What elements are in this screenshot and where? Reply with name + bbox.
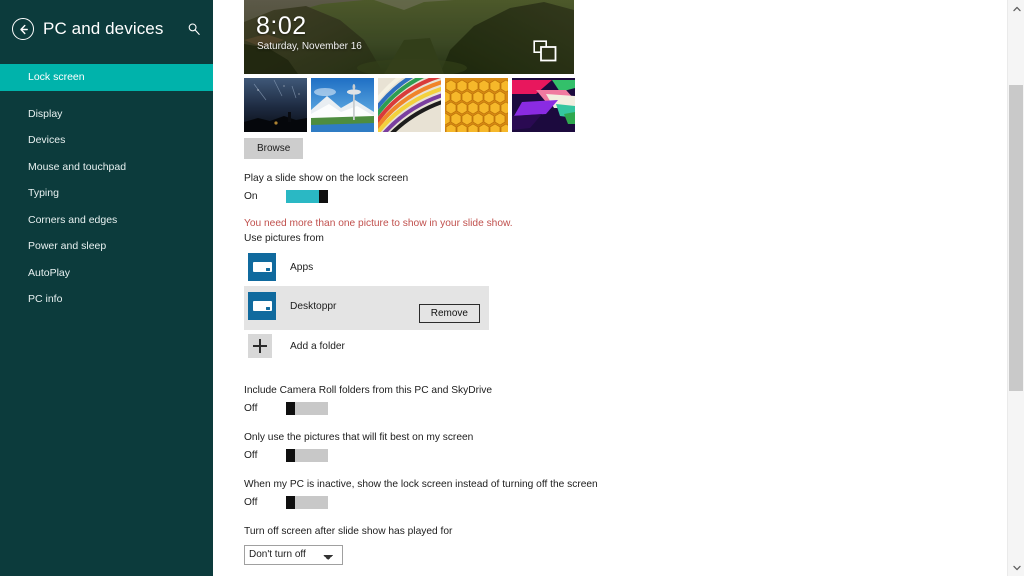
picture-folder-icon	[248, 253, 276, 281]
setting-label: When my PC is inactive, show the lock sc…	[244, 479, 598, 490]
plus-icon	[248, 334, 272, 358]
setting-camera-roll: Include Camera Roll folders from this PC…	[244, 383, 1024, 416]
thumbnail-image	[445, 78, 508, 132]
setting-toggle-row: Off	[244, 448, 1024, 463]
scrollbar-thumb[interactable]	[1009, 85, 1023, 391]
sidebar-item-label: AutoPlay	[28, 266, 71, 279]
picture-source-list: Apps Desktoppr Remove Add a folder	[244, 251, 1024, 358]
slideshow-toggle-state: On	[244, 191, 258, 202]
source-item-label: Desktoppr	[290, 300, 337, 312]
turn-off-dropdown[interactable]: Don't turn off1 minute3 minutes5 minutes…	[244, 544, 343, 565]
wallpaper-thumbnail-list	[244, 78, 1024, 132]
sidebar-header: PC and devices	[0, 0, 213, 58]
night-sky-thumbnail[interactable]	[244, 78, 307, 132]
preview-clock: 8:02	[256, 12, 307, 40]
scroll-down-button[interactable]	[1008, 559, 1024, 576]
setting-toggle-row: Off	[244, 495, 1024, 510]
sidebar-item-label: Mouse and touchpad	[28, 160, 127, 173]
setting-inactive-lock-screen: When my PC is inactive, show the lock sc…	[244, 477, 1024, 510]
chevron-down-icon	[1012, 565, 1021, 570]
lock-screen-preview[interactable]: 8:02 Saturday, November 16	[244, 0, 574, 74]
chevron-up-icon	[1012, 6, 1021, 11]
toggle-thumb	[319, 190, 328, 203]
setting-label: Include Camera Roll folders from this PC…	[244, 385, 492, 396]
slideshow-warning: You need more than one picture to show i…	[244, 218, 513, 229]
sidebar-item-label: Typing	[28, 187, 59, 200]
rainbow-curves-thumbnail[interactable]	[378, 78, 441, 132]
source-item-desktoppr[interactable]: Desktoppr Remove	[244, 286, 489, 330]
sidebar-item-power-and-sleep[interactable]: Power and sleep	[0, 233, 213, 260]
main-content: 8:02 Saturday, November 16 Browse Play a…	[213, 0, 1024, 576]
fit-best-toggle[interactable]	[286, 449, 328, 462]
setting-toggle-row: Off	[244, 401, 1024, 416]
toggle-thumb	[286, 449, 295, 462]
abstract-geometry-thumbnail[interactable]	[512, 78, 575, 132]
source-item-apps[interactable]: Apps	[244, 251, 1024, 283]
remove-button[interactable]: Remove	[418, 304, 480, 323]
sidebar-item-pc-info[interactable]: PC info	[0, 286, 213, 313]
setting-toggle-state: Off	[244, 403, 258, 414]
sidebar-item-lock-screen[interactable]: Lock screen	[0, 64, 213, 91]
toggle-thumb	[286, 402, 295, 415]
sidebar-item-label: Power and sleep	[28, 240, 107, 253]
search-icon[interactable]	[187, 22, 201, 36]
sidebar-item-display[interactable]: Display	[0, 101, 213, 128]
setting-turn-off-screen: Turn off screen after slide show has pla…	[244, 524, 1024, 565]
setting-toggle-state: Off	[244, 497, 258, 508]
sidebar-item-corners-and-edges[interactable]: Corners and edges	[0, 207, 213, 234]
use-pictures-from-label: Use pictures from	[244, 233, 324, 244]
sidebar-item-label: Corners and edges	[28, 213, 118, 226]
add-folder-button[interactable]: Add a folder	[244, 334, 1024, 358]
preview-date: Saturday, November 16	[257, 41, 362, 52]
sidebar-item-devices[interactable]: Devices	[0, 127, 213, 154]
thumbnail-image	[311, 78, 374, 132]
back-arrow-icon	[19, 24, 28, 34]
toggle-thumb	[286, 496, 295, 509]
sidebar: PC and devices Lock screen Display Devic…	[0, 0, 213, 576]
thumbnail-image	[378, 78, 441, 132]
sidebar-item-autoplay[interactable]: AutoPlay	[0, 260, 213, 287]
slideshow-toggle-row: On	[244, 189, 1024, 204]
browse-button[interactable]: Browse	[244, 138, 304, 159]
slideshow-section: Play a slide show on the lock screen On	[244, 171, 1024, 204]
honeycomb-thumbnail[interactable]	[445, 78, 508, 132]
page-title: PC and devices	[43, 19, 164, 38]
slideshow-toggle[interactable]	[286, 190, 328, 203]
inactive-lock-screen-toggle[interactable]	[286, 496, 328, 509]
stacked-squares-icon	[533, 40, 557, 62]
sidebar-item-label: PC info	[28, 293, 63, 306]
picture-folder-icon	[248, 292, 276, 320]
back-button[interactable]	[12, 18, 34, 40]
turn-off-dropdown-wrap: Don't turn off1 minute3 minutes5 minutes…	[244, 544, 1024, 565]
add-folder-label: Add a folder	[290, 340, 345, 352]
vertical-scrollbar[interactable]	[1007, 0, 1024, 576]
setting-fit-best: Only use the pictures that will fit best…	[244, 430, 1024, 463]
setting-toggle-state: Off	[244, 450, 258, 461]
source-item-label: Apps	[290, 261, 314, 273]
camera-roll-toggle[interactable]	[286, 402, 328, 415]
thumbnail-image	[244, 78, 307, 132]
thumbnail-image	[512, 78, 575, 132]
sidebar-item-mouse-and-touchpad[interactable]: Mouse and touchpad	[0, 154, 213, 181]
sidebar-nav: Lock screen Display Devices Mouse and to…	[0, 64, 213, 313]
sidebar-item-label: Display	[28, 107, 63, 120]
pc-settings-window: PC and devices Lock screen Display Devic…	[0, 0, 1024, 576]
setting-label: Only use the pictures that will fit best…	[244, 432, 474, 443]
space-needle-thumbnail[interactable]	[311, 78, 374, 132]
sidebar-item-label: Lock screen	[28, 71, 85, 84]
scroll-up-button[interactable]	[1008, 0, 1024, 17]
slideshow-heading: Play a slide show on the lock screen	[244, 173, 409, 184]
sidebar-item-typing[interactable]: Typing	[0, 180, 213, 207]
turn-off-label: Turn off screen after slide show has pla…	[244, 526, 453, 537]
sidebar-item-label: Devices	[28, 134, 66, 147]
